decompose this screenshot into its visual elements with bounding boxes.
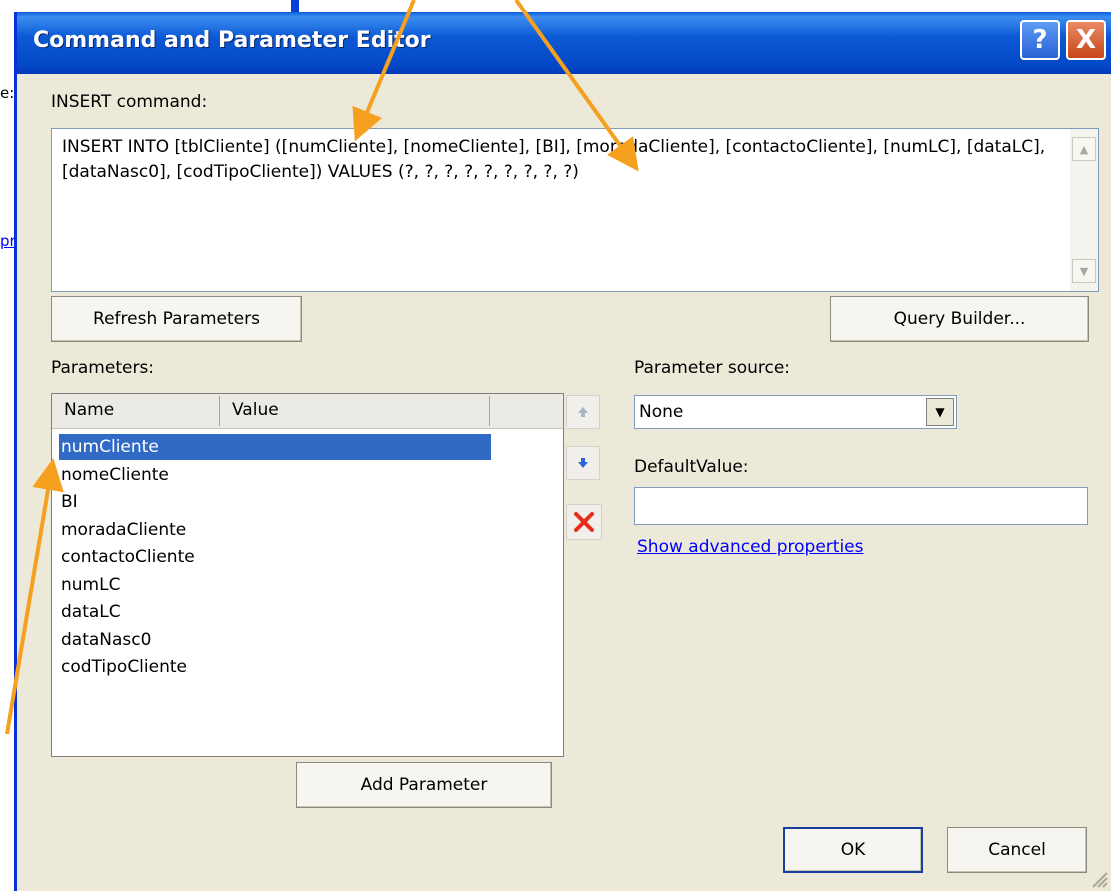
column-separator — [219, 396, 220, 426]
query-builder-button[interactable]: Query Builder... — [830, 296, 1089, 342]
background-blue-bar — [291, 0, 299, 12]
parameter-item-contactocliente[interactable]: contactoCliente — [59, 544, 195, 570]
parameter-item-numcliente[interactable]: numCliente — [59, 434, 491, 460]
parameter-item-nomecliente[interactable]: nomeCliente — [59, 462, 169, 488]
parameters-header: Name Value — [52, 394, 563, 429]
parameter-item-datalc[interactable]: dataLC — [59, 599, 121, 625]
add-parameter-button[interactable]: Add Parameter — [296, 762, 552, 808]
refresh-parameters-button[interactable]: Refresh Parameters — [51, 296, 302, 342]
arrow-down-icon — [578, 458, 588, 468]
parameters-list[interactable]: Name Value numCliente nomeCliente BI mor… — [51, 393, 564, 757]
parameter-source-label: Parameter source: — [634, 358, 791, 378]
parameter-item-codtipocliente[interactable]: codTipoCliente — [59, 654, 187, 680]
dialog-title: Command and Parameter Editor — [33, 28, 431, 53]
delete-parameter-button[interactable] — [566, 504, 602, 540]
column-header-name[interactable]: Name — [64, 400, 114, 420]
background-fragment: e: — [0, 84, 15, 102]
close-icon: X — [1075, 25, 1097, 55]
command-parameter-editor-dialog: Command and Parameter Editor ? X INSERT … — [14, 12, 1111, 891]
dropdown-button[interactable]: ▼ — [926, 398, 954, 426]
column-separator — [489, 396, 490, 426]
parameter-item-datanasc0[interactable]: dataNasc0 — [59, 627, 151, 653]
chevron-up-icon: ▲ — [1079, 142, 1089, 156]
default-value-label: DefaultValue: — [634, 457, 749, 477]
scroll-down-button[interactable]: ▼ — [1072, 259, 1096, 283]
scroll-up-button[interactable]: ▲ — [1072, 137, 1096, 161]
chevron-down-icon: ▼ — [1079, 264, 1089, 278]
parameter-item-moradacliente[interactable]: moradaCliente — [59, 517, 186, 543]
parameter-source-value: None — [639, 402, 684, 422]
help-icon: ? — [1032, 25, 1048, 55]
background-window: e: pr — [0, 0, 16, 891]
chevron-down-icon: ▼ — [935, 405, 945, 419]
ok-button[interactable]: OK — [783, 827, 923, 873]
show-advanced-properties-link[interactable]: Show advanced properties — [637, 537, 864, 557]
command-scrollbar[interactable]: ▲ ▼ — [1070, 129, 1098, 291]
column-header-value[interactable]: Value — [232, 400, 279, 420]
arrow-up-icon — [578, 407, 588, 417]
parameter-item-bi[interactable]: BI — [59, 489, 78, 515]
command-label: INSERT command: — [51, 92, 208, 112]
title-bar[interactable]: Command and Parameter Editor ? X — [17, 12, 1111, 74]
parameter-source-select[interactable]: None ▼ — [634, 395, 957, 429]
parameters-label: Parameters: — [51, 358, 155, 378]
command-textarea[interactable]: INSERT INTO [tblCliente] ([numCliente], … — [51, 128, 1099, 292]
delete-x-icon — [574, 512, 594, 532]
cancel-button[interactable]: Cancel — [947, 827, 1087, 873]
default-value-input[interactable] — [634, 487, 1088, 525]
command-text[interactable]: INSERT INTO [tblCliente] ([numCliente], … — [62, 135, 1052, 185]
background-window-top — [0, 0, 1111, 12]
close-button[interactable]: X — [1066, 20, 1106, 60]
parameter-item-numlc[interactable]: numLC — [59, 572, 120, 598]
resize-grip-icon[interactable] — [1089, 869, 1109, 889]
move-down-button[interactable] — [566, 446, 600, 480]
help-button[interactable]: ? — [1020, 20, 1060, 60]
move-up-button[interactable] — [566, 395, 600, 429]
